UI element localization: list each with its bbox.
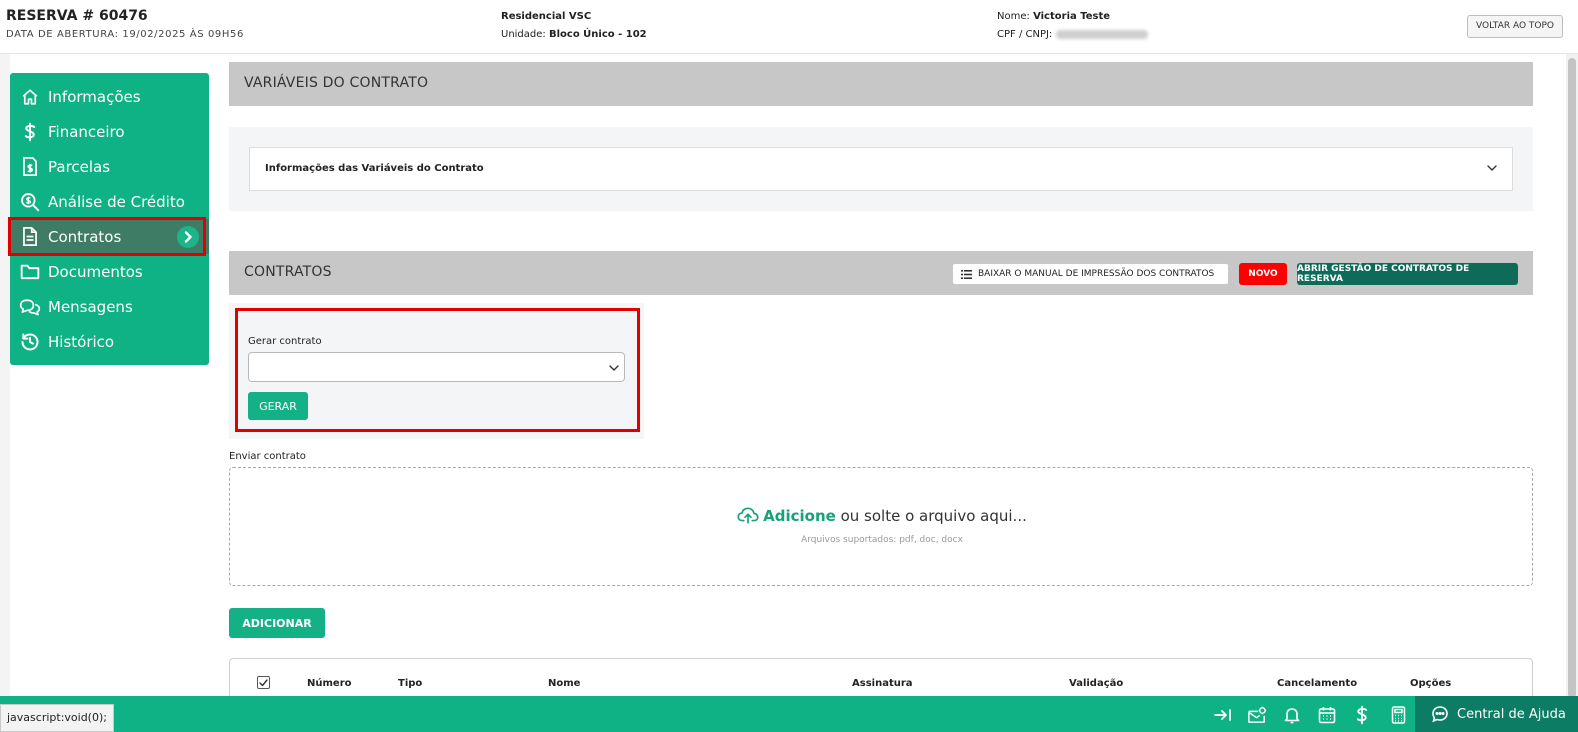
help-center-button[interactable]: Central de Ajuda <box>1415 696 1578 732</box>
generate-contract-label: Gerar contrato <box>248 336 322 347</box>
sidebar-item-label: Histórico <box>48 332 115 351</box>
bell-icon[interactable] <box>1282 705 1302 725</box>
sidebar-item-mensagens[interactable]: Mensagens <box>10 289 209 324</box>
sidebar-item-analise-de-credito[interactable]: Análise de Crédito <box>10 184 209 219</box>
sidebar-item-label: Informações <box>48 87 141 106</box>
cpf-value-redacted <box>1055 29 1148 39</box>
column-header-tipo[interactable]: Tipo <box>398 678 422 689</box>
mail-settings-icon[interactable] <box>1247 705 1267 725</box>
cpf-label: CPF / CNPJ: <box>997 29 1053 40</box>
sidebar-item-label: Análise de Crédito <box>48 192 185 211</box>
add-contract-button[interactable]: ADICIONAR <box>229 608 325 638</box>
dropzone-text: ou solte o arquivo aqui... <box>840 507 1027 525</box>
column-header-opcoes[interactable]: Opções <box>1410 678 1451 689</box>
history-icon <box>19 331 41 353</box>
column-header-nome[interactable]: Nome <box>548 678 580 689</box>
contracts-section-title: CONTRATOS <box>244 264 332 280</box>
dollar-icon <box>19 121 41 143</box>
list-icon <box>961 269 972 279</box>
chat-bubble-icon <box>1431 705 1449 723</box>
page-scrollbar[interactable] <box>1566 54 1578 698</box>
column-header-validacao[interactable]: Validação <box>1069 678 1123 689</box>
client-info: Nome: Victoria Teste CPF / CNPJ: <box>997 8 1148 44</box>
download-manual-button[interactable]: BAIXAR O MANUAL DE IMPRESSÃO DOS CONTRAT… <box>952 263 1229 285</box>
column-header-cancelamento[interactable]: Cancelamento <box>1277 678 1357 689</box>
open-contract-management-button[interactable]: ABRIR GESTÃO DE CONTRATOS DE RESERVA <box>1297 263 1518 285</box>
sidebar-item-documentos[interactable]: Documentos <box>10 254 209 289</box>
column-header-numero[interactable]: Número <box>307 678 352 689</box>
invoice-icon <box>19 156 41 178</box>
back-to-top-button[interactable]: VOLTAR AO TOPO <box>1467 15 1563 38</box>
chat-icon <box>19 296 41 318</box>
dropzone-message: Adicione ou solte o arquivo aqui... <box>230 507 1534 528</box>
calendar-icon[interactable] <box>1317 705 1337 725</box>
left-gutter <box>0 54 10 696</box>
sidebar-item-label: Mensagens <box>48 297 133 316</box>
calculator-icon[interactable] <box>1388 705 1408 725</box>
home-icon <box>19 86 41 108</box>
sidebar-item-label: Parcelas <box>48 157 111 176</box>
chevron-down-icon <box>608 362 620 377</box>
reservation-title: RESERVA # 60476 <box>6 8 148 24</box>
send-contract-label: Enviar contrato <box>229 451 306 462</box>
dollar-icon[interactable] <box>1352 705 1372 725</box>
opening-date: DATA DE ABERTURA: 19/02/2025 ÀS 09H56 <box>6 29 244 40</box>
sidebar-item-historico[interactable]: Histórico <box>10 324 209 359</box>
sidebar-item-label: Financeiro <box>48 122 125 141</box>
browser-status-text: javascript:void(0); <box>0 704 114 732</box>
folder-icon <box>19 261 41 283</box>
unit-label: Unidade: <box>501 29 546 40</box>
dropzone-add-link[interactable]: Adicione <box>763 507 836 525</box>
sidebar-item-informacoes[interactable]: Informações <box>10 79 209 114</box>
footer-bar <box>0 696 1578 732</box>
development-info: Residencial VSC Unidade: Bloco Único - 1… <box>501 8 647 44</box>
help-center-label: Central de Ajuda <box>1457 706 1566 722</box>
download-manual-label: BAIXAR O MANUAL DE IMPRESSÃO DOS CONTRAT… <box>978 269 1215 279</box>
generate-contract-select[interactable] <box>248 352 625 382</box>
file-dropzone[interactable]: Adicione ou solte o arquivo aqui... Arqu… <box>229 467 1533 586</box>
client-name-value: Victoria Teste <box>1033 11 1111 22</box>
variables-section-header: VARIÁVEIS DO CONTRATO <box>229 62 1533 106</box>
unit-value: Bloco Único - 102 <box>548 29 647 40</box>
variables-accordion[interactable]: Informações das Variáveis do Contrato <box>249 147 1513 191</box>
variables-accordion-label: Informações das Variáveis do Contrato <box>265 163 484 174</box>
client-name-label: Nome: <box>997 11 1030 22</box>
variables-section-title: VARIÁVEIS DO CONTRATO <box>244 75 429 91</box>
active-item-highlight <box>8 217 206 256</box>
sidebar-item-parcelas[interactable]: Parcelas <box>10 149 209 184</box>
chevron-down-icon <box>1486 162 1498 177</box>
scrollbar-thumb[interactable] <box>1568 58 1576 698</box>
credit-search-icon <box>19 191 41 213</box>
variables-panel: Informações das Variáveis do Contrato <box>229 127 1533 211</box>
page-header: RESERVA # 60476 DATA DE ABERTURA: 19/02/… <box>0 0 1578 54</box>
collapse-arrow-icon[interactable] <box>1213 705 1233 725</box>
select-all-checkbox[interactable] <box>257 676 270 689</box>
sidebar-item-financeiro[interactable]: Financeiro <box>10 114 209 149</box>
new-badge: NOVO <box>1239 263 1287 285</box>
sidebar-item-label: Documentos <box>48 262 143 281</box>
cloud-upload-icon <box>737 507 759 528</box>
generate-button[interactable]: GERAR <box>248 392 308 420</box>
column-header-assinatura[interactable]: Assinatura <box>852 678 913 689</box>
dropzone-supported-formats: Arquivos suportados: pdf, doc, docx <box>801 535 963 545</box>
development-name: Residencial VSC <box>501 11 592 22</box>
